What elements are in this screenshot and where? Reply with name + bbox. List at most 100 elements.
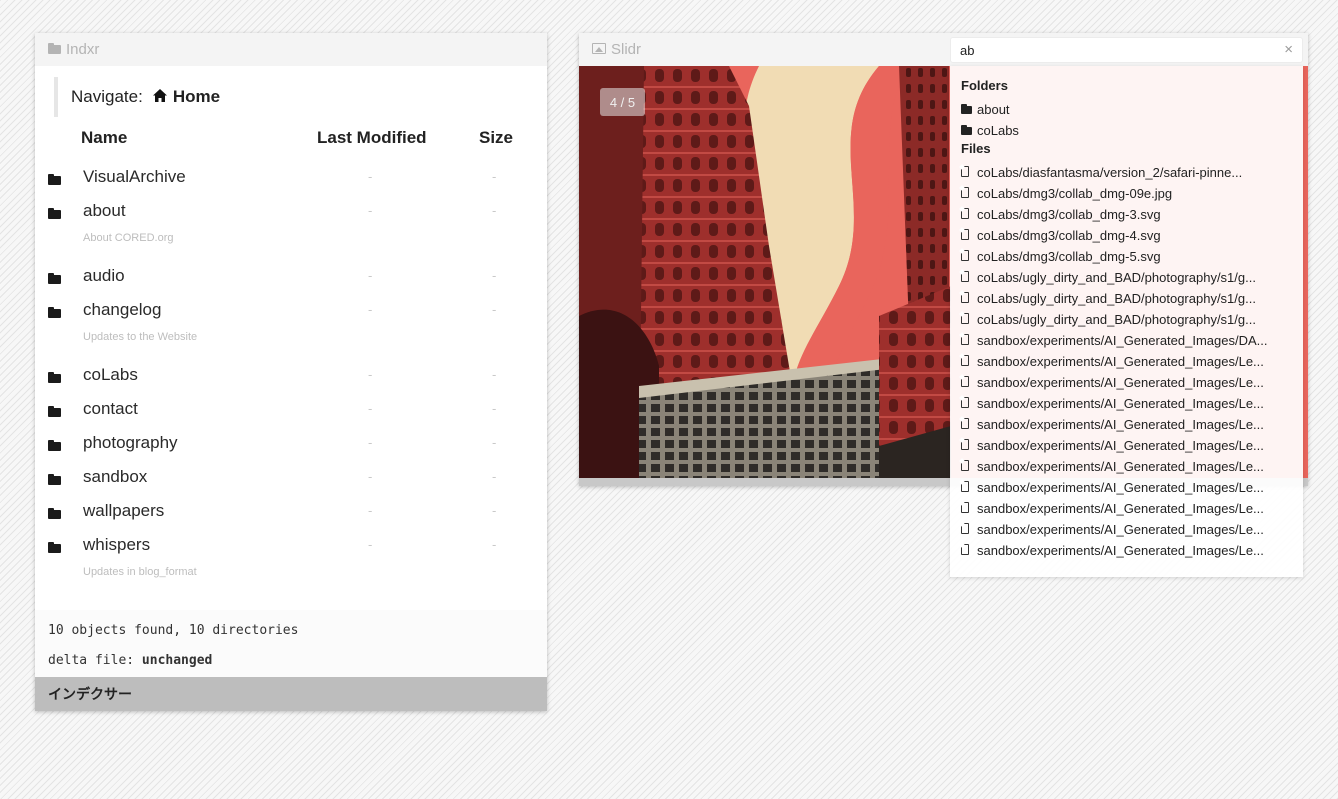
column-header-modified[interactable]: Last Modified [317,128,427,148]
column-header-name[interactable]: Name [81,128,127,148]
folder-icon [48,540,61,558]
file-name[interactable]: coLabs [83,365,138,385]
result-file-item[interactable]: coLabs/ugly_dirty_and_BAD/photography/s1… [961,309,1303,330]
home-link[interactable]: Home [173,87,220,107]
result-file-item[interactable]: sandbox/experiments/AI_Generated_Images/… [961,351,1303,372]
result-file-item[interactable]: sandbox/experiments/AI_Generated_Images/… [961,519,1303,540]
folder-icon [48,305,61,323]
result-label: sandbox/experiments/AI_Generated_Images/… [977,522,1264,537]
column-header-size[interactable]: Size [479,128,513,148]
result-label: coLabs/dmg3/collab_dmg-3.svg [977,207,1161,222]
result-file-item[interactable]: sandbox/experiments/AI_Generated_Images/… [961,477,1303,498]
objects-summary: 10 objects found, 10 directories [48,623,299,638]
result-file-item[interactable]: sandbox/experiments/AI_Generated_Images/… [961,414,1303,435]
file-name[interactable]: VisualArchive [83,167,186,187]
slide-counter: 4 / 5 [600,88,645,116]
result-file-item[interactable]: coLabs/dmg3/collab_dmg-09e.jpg [961,183,1303,204]
result-label: coLabs/ugly_dirty_and_BAD/photography/s1… [977,270,1256,285]
result-file-item[interactable]: coLabs/ugly_dirty_and_BAD/photography/s1… [961,288,1303,309]
file-size: - [492,367,497,382]
indxr-titlebar[interactable]: Indxr [35,33,547,66]
folder-icon [961,123,977,138]
result-label: sandbox/experiments/AI_Generated_Images/… [977,438,1264,453]
result-folder-item[interactable]: coLabs [961,120,1303,141]
result-file-item[interactable]: coLabs/ugly_dirty_and_BAD/photography/s1… [961,267,1303,288]
result-file-item[interactable]: sandbox/experiments/AI_Generated_Images/… [961,372,1303,393]
file-size: - [492,435,497,450]
table-row[interactable]: contact - - [35,391,547,425]
result-file-item[interactable]: coLabs/dmg3/collab_dmg-4.svg [961,225,1303,246]
file-name[interactable]: contact [83,399,138,419]
file-name[interactable]: changelog [83,300,161,320]
file-size: - [492,537,497,552]
clear-icon[interactable]: × [1284,41,1293,58]
indxr-title: Indxr [66,41,100,58]
table-row[interactable]: sandbox - - [35,459,547,493]
file-icon [961,543,977,558]
result-label: coLabs/ugly_dirty_and_BAD/photography/s1… [977,312,1256,327]
table-row[interactable]: changelog - - [35,292,547,326]
file-modified: - [368,302,373,317]
file-name[interactable]: photography [83,433,178,453]
file-icon [961,396,977,411]
result-label: sandbox/experiments/AI_Generated_Images/… [977,396,1264,411]
result-label: sandbox/experiments/AI_Generated_Images/… [977,480,1264,495]
file-icon [961,480,977,495]
file-name[interactable]: audio [83,266,125,286]
table-row[interactable]: about - - [35,193,547,227]
search-input[interactable] [951,38,1271,62]
result-file-item[interactable]: coLabs/dmg3/collab_dmg-3.svg [961,204,1303,225]
result-label: sandbox/experiments/AI_Generated_Images/… [977,333,1268,348]
file-description: Updates in blog_format [83,566,197,578]
result-folder-item[interactable]: about [961,99,1303,120]
file-name[interactable]: whispers [83,535,150,555]
file-size: - [492,268,497,283]
result-label: coLabs/ugly_dirty_and_BAD/photography/s1… [977,291,1256,306]
file-modified: - [368,469,373,484]
result-label: sandbox/experiments/AI_Generated_Images/… [977,459,1264,474]
table-row[interactable]: audio - - [35,258,547,292]
file-modified: - [368,169,373,184]
file-size: - [492,302,497,317]
result-label: coLabs/diasfantasma/version_2/safari-pin… [977,165,1243,180]
files-heading: Files [961,141,991,156]
result-file-item[interactable]: sandbox/experiments/AI_Generated_Images/… [961,456,1303,477]
table-row[interactable]: whispers - - [35,527,547,561]
result-label: coLabs/dmg3/collab_dmg-09e.jpg [977,186,1173,201]
result-file-item[interactable]: coLabs/diasfantasma/version_2/safari-pin… [961,162,1303,183]
file-modified: - [368,268,373,283]
table-row[interactable]: wallpapers - - [35,493,547,527]
result-file-item[interactable]: sandbox/experiments/AI_Generated_Images/… [961,330,1303,351]
folder-icon [48,370,61,388]
home-icon[interactable] [152,87,167,107]
file-list: VisualArchive - - about - - About CORED.… [35,159,547,592]
folder-icon [48,472,61,490]
indxr-window: Indxr Navigate: Home Name Last Modified … [35,33,547,711]
folder-icon [961,102,977,117]
search-results-dropdown: Folders about coLabs Files coLabs/diasfa… [950,66,1303,577]
file-size: - [492,469,497,484]
file-size: - [492,169,497,184]
result-file-item[interactable]: sandbox/experiments/AI_Generated_Images/… [961,435,1303,456]
file-icon [961,291,977,306]
file-modified: - [368,401,373,416]
result-label: sandbox/experiments/AI_Generated_Images/… [977,354,1264,369]
file-modified: - [368,367,373,382]
file-size: - [492,401,497,416]
result-label: about [977,102,1010,117]
table-row[interactable]: photography - - [35,425,547,459]
slidr-title: Slidr [611,41,642,58]
result-file-item[interactable]: coLabs/dmg3/collab_dmg-5.svg [961,246,1303,267]
file-name[interactable]: wallpapers [83,501,164,521]
result-file-item[interactable]: sandbox/experiments/AI_Generated_Images/… [961,540,1303,561]
image-icon [592,41,606,58]
result-file-item[interactable]: sandbox/experiments/AI_Generated_Images/… [961,498,1303,519]
file-modified: - [368,537,373,552]
table-row[interactable]: VisualArchive - - [35,159,547,193]
delta-value: unchanged [141,653,213,668]
file-name[interactable]: sandbox [83,467,147,487]
folder-icon [48,271,61,289]
table-row[interactable]: coLabs - - [35,357,547,391]
result-file-item[interactable]: sandbox/experiments/AI_Generated_Images/… [961,393,1303,414]
file-name[interactable]: about [83,201,126,221]
